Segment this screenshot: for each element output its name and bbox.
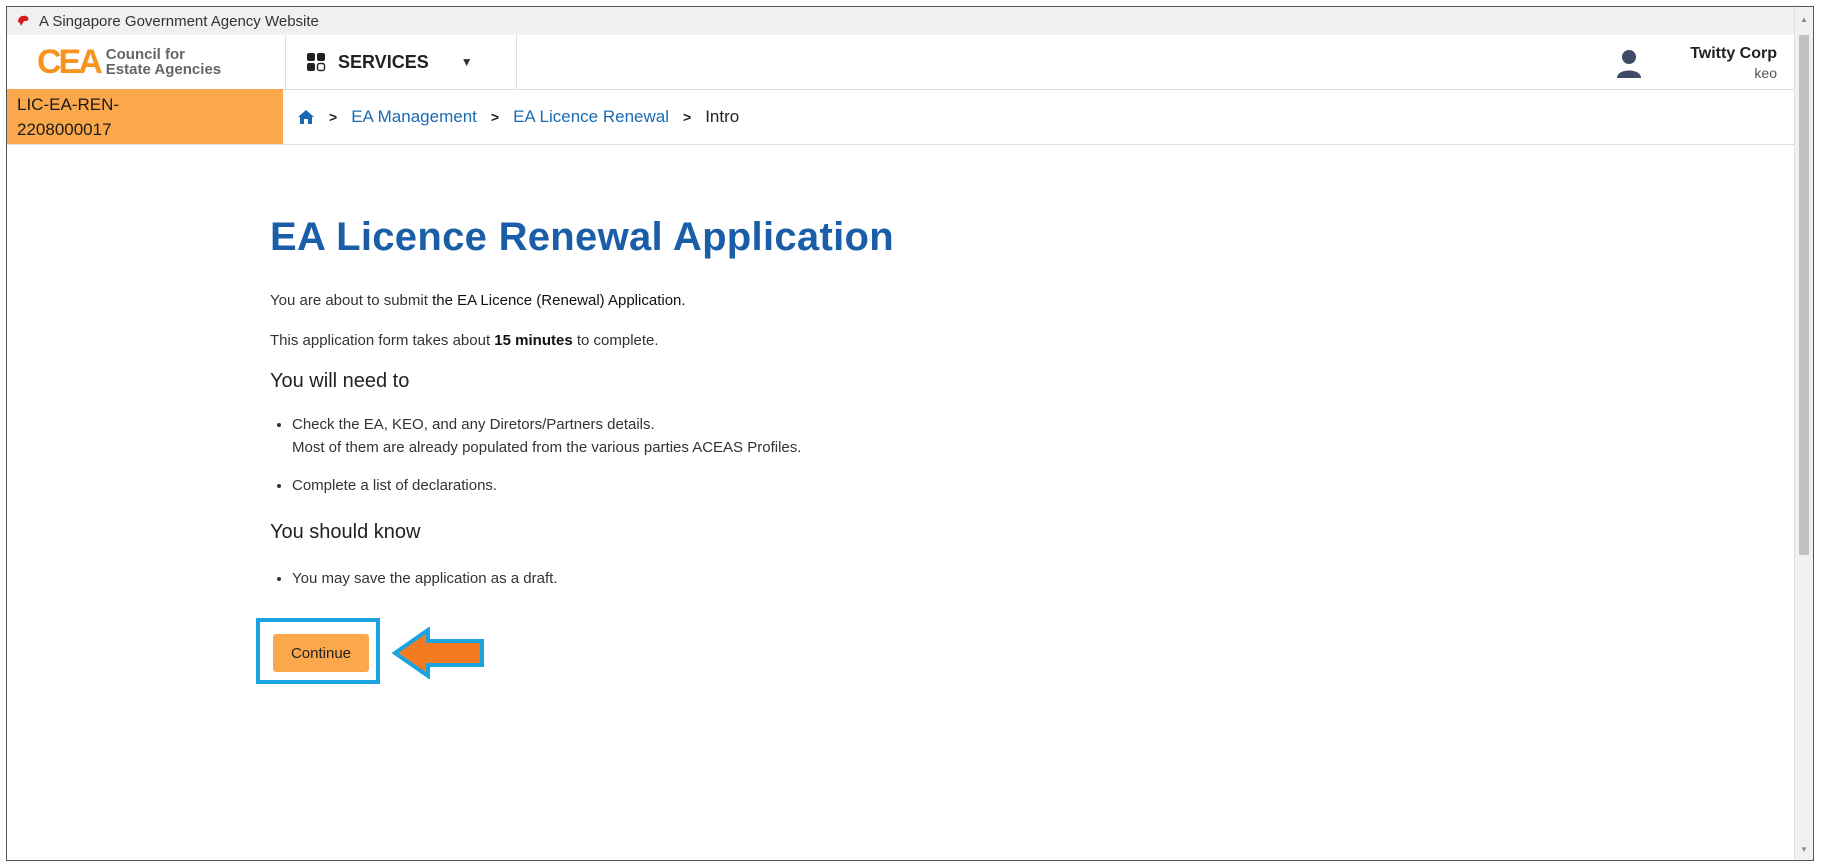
need-heading: You will need to <box>270 370 410 392</box>
main-content: EA Licence Renewal Application You are a… <box>256 215 1470 684</box>
need-list: Check the EA, KEO, and any Diretors/Part… <box>270 413 801 512</box>
scroll-down-icon[interactable]: ▼ <box>1800 845 1808 854</box>
home-icon[interactable] <box>297 109 315 125</box>
sub-header: LIC-EA-REN- 2208000017 > EA Management >… <box>7 89 1797 145</box>
breadcrumb: > EA Management > EA Licence Renewal > I… <box>297 89 739 144</box>
government-banner-text: A Singapore Government Agency Website <box>39 12 319 30</box>
page-title: EA Licence Renewal Application <box>270 215 894 259</box>
chevron-right-icon: > <box>490 108 500 125</box>
continue-button[interactable]: Continue <box>273 634 369 672</box>
user-icon <box>1617 50 1642 78</box>
services-label: SERVICES <box>338 51 429 72</box>
licence-number-badge: LIC-EA-REN- 2208000017 <box>7 89 283 144</box>
vertical-scrollbar[interactable]: ▲ ▼ <box>1794 7 1813 860</box>
site-header: CEA Council for Estate Agencies SERVICES… <box>7 35 1797 90</box>
services-menu-button[interactable]: SERVICES ▼ <box>285 35 517 89</box>
know-heading: You should know <box>270 521 421 543</box>
chevron-right-icon: > <box>329 108 338 125</box>
government-banner: A Singapore Government Agency Website <box>7 7 1797 35</box>
intro-text: You are about to submit the EA Licence (… <box>270 292 686 309</box>
cea-logo-text: Council for Estate Agencies <box>105 46 222 78</box>
duration-text: This application form takes about 15 min… <box>270 332 659 349</box>
scrollbar-thumb[interactable] <box>1799 35 1809 555</box>
breadcrumb-current-intro: Intro <box>705 106 740 126</box>
arrow-left-icon <box>392 627 484 679</box>
know-list: You may save the application as a draft. <box>270 567 557 605</box>
cea-logo[interactable]: CEA Council for Estate Agencies <box>37 43 222 81</box>
list-item: Complete a list of declarations. <box>292 474 801 497</box>
services-grid-icon <box>307 53 326 72</box>
breadcrumb-ea-management[interactable]: EA Management <box>351 107 477 127</box>
user-role: keo <box>1754 65 1777 81</box>
list-item: Check the EA, KEO, and any Diretors/Part… <box>292 413 801 459</box>
browser-frame: A Singapore Government Agency Website CE… <box>6 6 1814 861</box>
list-item: You may save the application as a draft. <box>292 567 557 590</box>
user-names: Twitty Corp keo <box>1690 35 1777 81</box>
user-profile[interactable]: Twitty Corp keo <box>1616 35 1777 89</box>
user-company: Twitty Corp <box>1690 45 1777 62</box>
scroll-up-icon[interactable]: ▲ <box>1800 15 1808 24</box>
chevron-down-icon: ▼ <box>460 55 473 69</box>
chevron-right-icon: > <box>683 108 692 125</box>
lion-head-icon <box>18 15 29 26</box>
breadcrumb-ea-licence-renewal[interactable]: EA Licence Renewal <box>513 107 669 127</box>
cea-logo-mark: CEA <box>37 43 103 81</box>
